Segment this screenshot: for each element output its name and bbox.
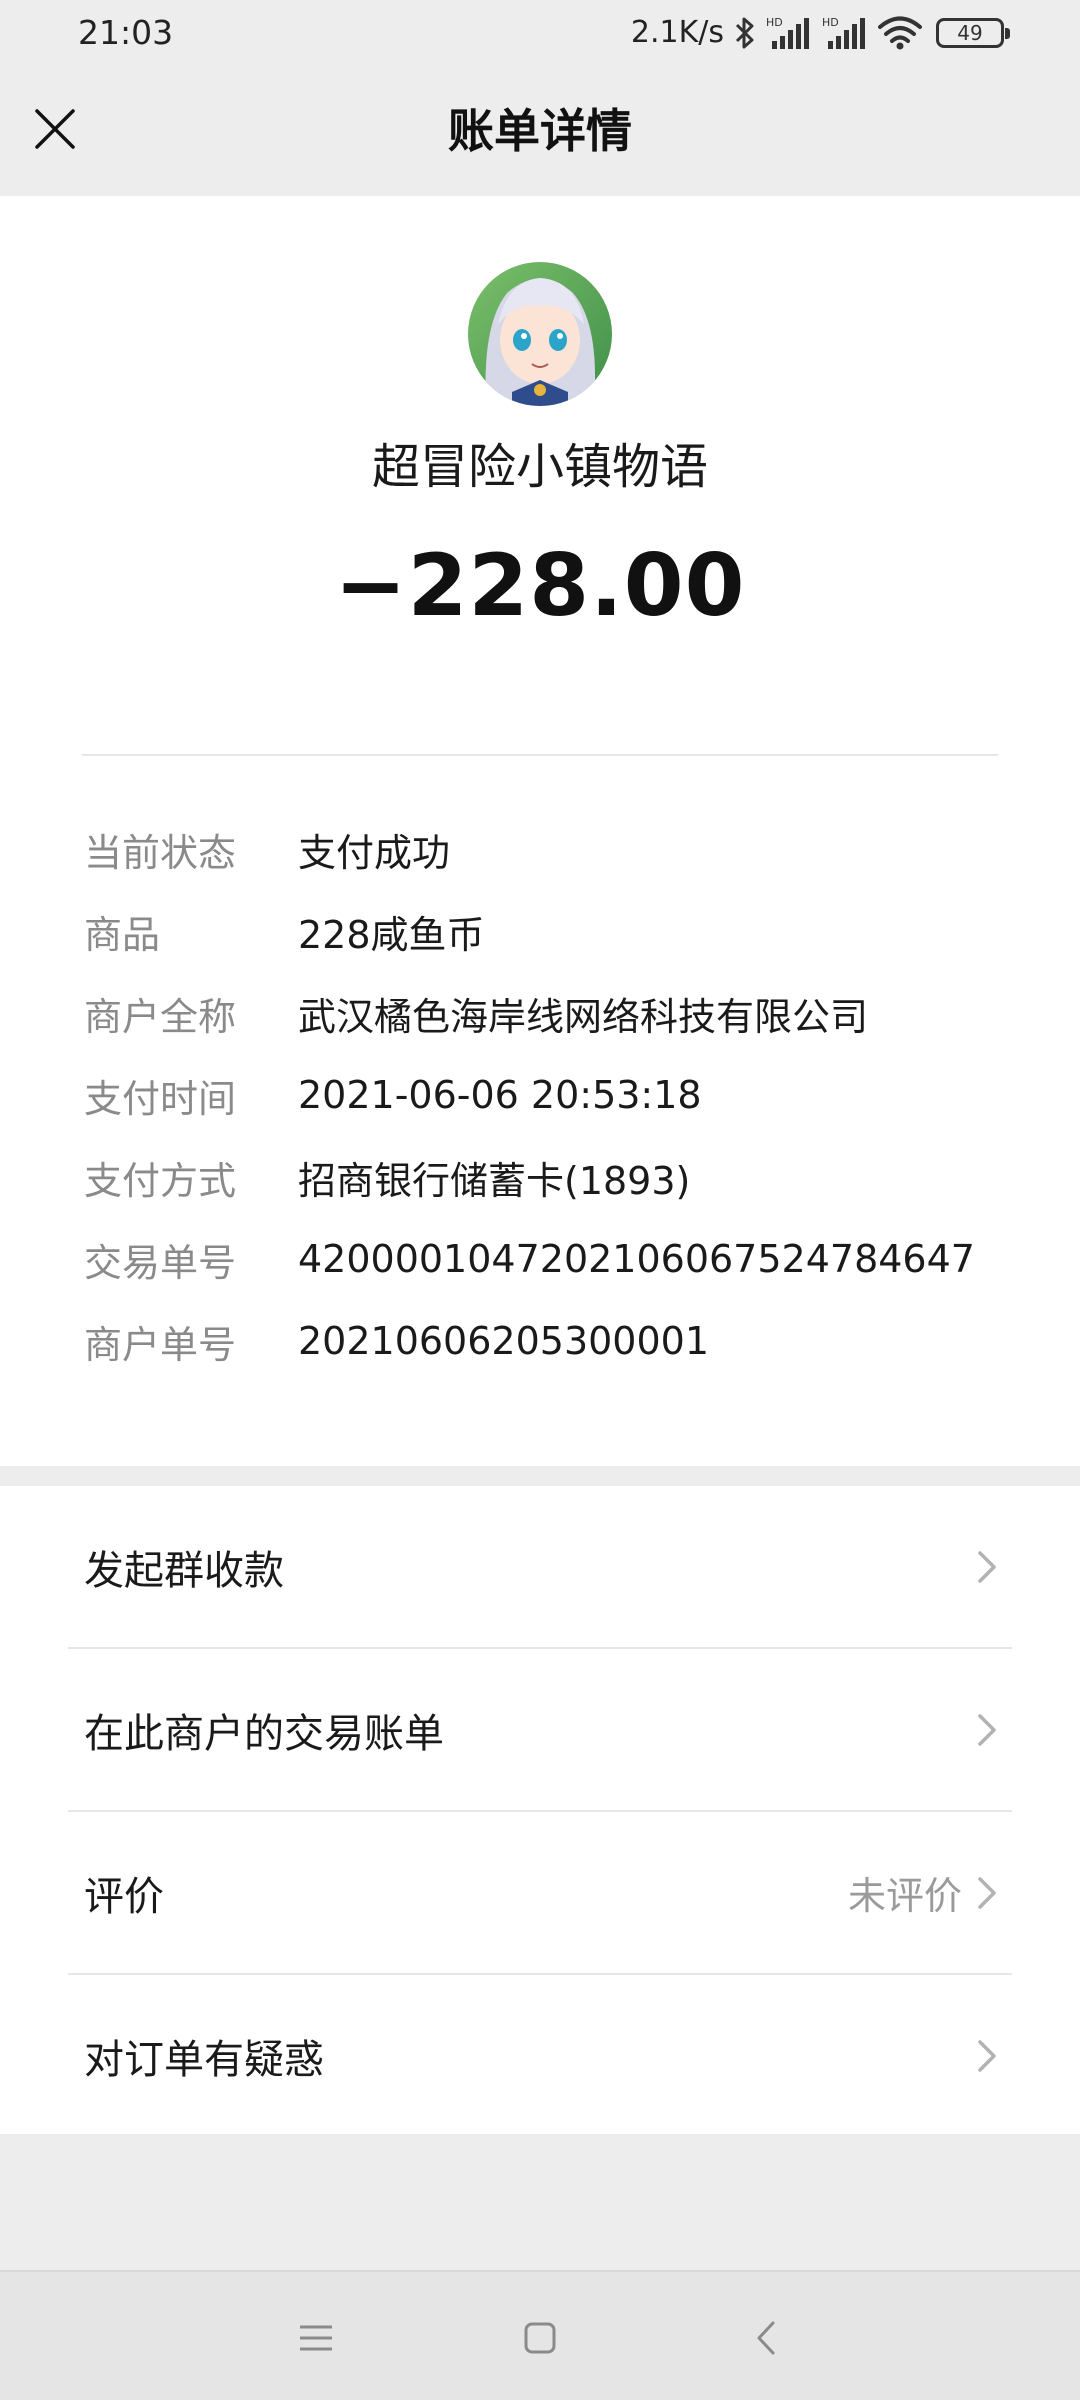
detail-row-merchant-full-name: 商户全称 武汉橘色海岸线网络科技有限公司 xyxy=(84,972,1024,1054)
detail-row-status: 当前状态 支付成功 xyxy=(84,808,1024,890)
detail-label: 支付方式 xyxy=(84,1158,237,1203)
system-nav-bar xyxy=(0,2270,1080,2400)
nav-bar: 账单详情 xyxy=(0,66,1080,196)
divider xyxy=(82,754,998,756)
bluetooth-icon xyxy=(734,16,756,50)
action-right: 未评价 xyxy=(848,1865,1002,1920)
detail-row-payment-time: 支付时间 2021-06-06 20:53:18 xyxy=(84,1054,1024,1136)
signal-hd-icon: HD xyxy=(822,15,868,51)
status-time: 21:03 xyxy=(78,13,174,52)
detail-label: 商品 xyxy=(84,912,161,957)
review-button[interactable]: 评价 未评价 xyxy=(68,1812,1012,1975)
detail-value: 支付成功 xyxy=(298,830,451,875)
status-icons: 2.1K/s HD HD 49 xyxy=(630,10,1010,56)
action-label: 在此商户的交易账单 xyxy=(84,1710,444,1757)
bill-details: 当前状态 支付成功 商品 228咸鱼币 商户全称 武汉橘色海岸线网络科技有限公司… xyxy=(84,808,1024,1382)
page-title: 账单详情 xyxy=(448,104,632,158)
action-right xyxy=(974,1710,1002,1750)
merchant-name: 超冒险小镇物语 xyxy=(371,439,708,495)
detail-value: 武汉橘色海岸线网络科技有限公司 xyxy=(298,994,869,1039)
detail-label: 商户单号 xyxy=(84,1322,237,1367)
bill-detail-screen: 21:03 2.1K/s HD HD 49 账单详情 超冒险小镇物语 −228.… xyxy=(0,0,1080,2400)
detail-value[interactable]: 20210606205300001 xyxy=(298,1319,709,1363)
detail-label: 商户全称 xyxy=(84,994,237,1039)
review-status: 未评价 xyxy=(847,1874,962,1918)
detail-value[interactable]: 4200001047202106067524784647 xyxy=(298,1237,975,1281)
chevron-right-icon xyxy=(978,1550,996,1583)
merchant-transactions-button[interactable]: 在此商户的交易账单 xyxy=(68,1649,1012,1812)
action-label: 评价 xyxy=(84,1873,164,1920)
status-bar: 21:03 2.1K/s HD HD 49 xyxy=(0,0,1080,66)
back-button[interactable] xyxy=(734,2306,798,2370)
svg-text:HD: HD xyxy=(766,16,783,29)
detail-value: 2021-06-06 20:53:18 xyxy=(298,1073,702,1117)
home-button[interactable] xyxy=(508,2306,572,2370)
chevron-right-icon xyxy=(978,1713,996,1746)
bottom-spacer xyxy=(0,2134,1080,2270)
detail-label: 当前状态 xyxy=(84,830,237,875)
back-icon xyxy=(757,2321,775,2355)
merchant-avatar xyxy=(468,262,612,406)
detail-row-merchant-order-id: 商户单号 20210606205300001 xyxy=(84,1300,1024,1382)
action-list: 发起群收款 在此商户的交易账单 评价 未评价 对订单有疑惑 xyxy=(0,1486,1080,2134)
group-collect-button[interactable]: 发起群收款 xyxy=(68,1486,1012,1649)
payment-amount: −228.00 xyxy=(334,536,746,636)
action-right xyxy=(974,2036,1002,2076)
bill-summary-card: 超冒险小镇物语 −228.00 当前状态 支付成功 商品 228咸鱼币 商户全称… xyxy=(0,196,1080,1466)
menu-icon xyxy=(300,2325,332,2351)
detail-value: 228咸鱼币 xyxy=(298,912,485,957)
battery-level: 49 xyxy=(957,21,983,45)
action-label: 发起群收款 xyxy=(84,1547,284,1594)
signal-hd-icon: HD xyxy=(766,15,812,51)
order-question-button[interactable]: 对订单有疑惑 xyxy=(68,1975,1012,2136)
detail-row-transaction-id: 交易单号 4200001047202106067524784647 xyxy=(84,1218,1024,1300)
detail-value: 招商银行储蓄卡(1893) xyxy=(298,1158,691,1203)
detail-row-product: 商品 228咸鱼币 xyxy=(84,890,1024,972)
detail-row-payment-method: 支付方式 招商银行储蓄卡(1893) xyxy=(84,1136,1024,1218)
chevron-right-icon xyxy=(978,2039,996,2072)
chevron-right-icon xyxy=(978,1876,996,1909)
battery-icon: 49 xyxy=(936,18,1010,48)
detail-label: 支付时间 xyxy=(84,1076,237,1121)
wifi-icon xyxy=(878,16,922,50)
svg-text:HD: HD xyxy=(822,16,839,29)
action-right xyxy=(974,1547,1002,1587)
network-speed: 2.1K/s xyxy=(630,15,724,50)
action-label: 对订单有疑惑 xyxy=(84,2036,324,2083)
detail-label: 交易单号 xyxy=(84,1240,237,1285)
home-icon xyxy=(524,2322,556,2354)
menu-button[interactable] xyxy=(284,2306,348,2370)
